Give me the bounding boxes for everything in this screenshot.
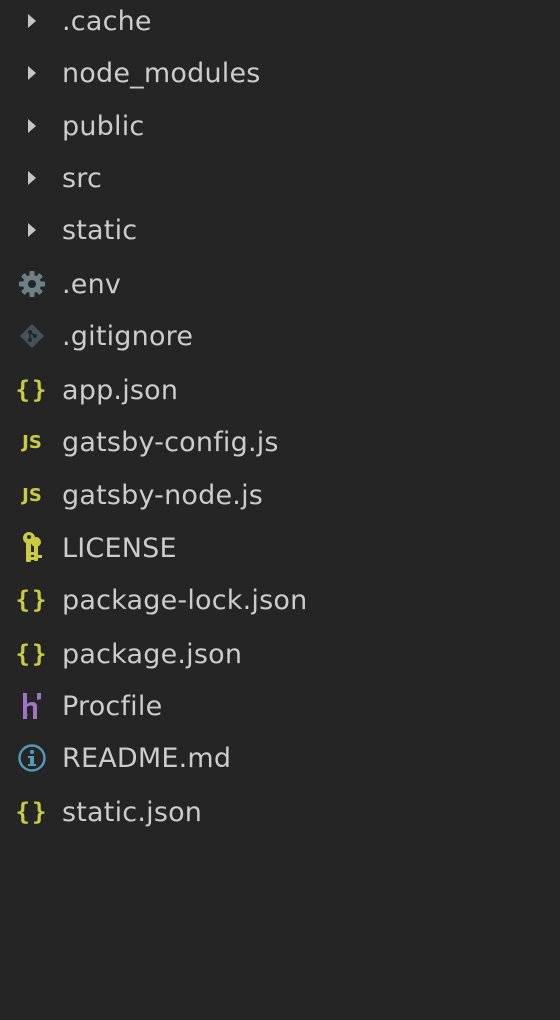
gear-icon xyxy=(14,266,50,302)
folder-label: public xyxy=(62,110,145,142)
json-icon: {} xyxy=(14,794,50,830)
file-row-package-json[interactable]: {} package.json xyxy=(0,628,560,680)
javascript-icon: JS xyxy=(14,424,50,460)
chevron-right-icon[interactable] xyxy=(14,3,50,39)
folder-label: node_modules xyxy=(62,57,261,89)
file-label: app.json xyxy=(62,374,179,406)
json-icon: {} xyxy=(14,372,50,408)
file-row-gatsby-config[interactable]: JS gatsby-config.js xyxy=(0,416,560,468)
heroku-icon xyxy=(14,688,50,724)
chevron-right-icon[interactable] xyxy=(14,108,50,144)
file-label: gatsby-config.js xyxy=(62,426,279,458)
file-label: static.json xyxy=(62,796,203,828)
json-glyph: {} xyxy=(15,640,49,668)
file-row-package-lock-json[interactable]: {} package-lock.json xyxy=(0,574,560,626)
folder-row-public[interactable]: public xyxy=(0,100,560,152)
folder-label: src xyxy=(62,162,103,194)
json-icon: {} xyxy=(14,636,50,672)
file-row-readme[interactable]: README.md xyxy=(0,732,560,784)
json-icon: {} xyxy=(14,582,50,618)
info-icon xyxy=(14,740,50,776)
file-explorer: .cache node_modules public src static .e… xyxy=(0,0,560,1020)
folder-row-cache[interactable]: .cache xyxy=(0,0,560,47)
js-glyph: JS xyxy=(22,431,42,453)
folder-label: static xyxy=(62,214,138,246)
file-label: .env xyxy=(62,268,122,300)
file-label: README.md xyxy=(62,742,232,774)
file-label: package.json xyxy=(62,638,243,670)
license-key-icon xyxy=(14,530,50,566)
folder-row-static[interactable]: static xyxy=(0,204,560,256)
chevron-right-icon[interactable] xyxy=(14,160,50,196)
file-row-gitignore[interactable]: .gitignore xyxy=(0,310,560,362)
file-row-static-json[interactable]: {} static.json xyxy=(0,786,560,838)
file-label: package-lock.json xyxy=(62,584,308,616)
file-label: LICENSE xyxy=(62,532,177,564)
javascript-icon: JS xyxy=(14,477,50,513)
json-glyph: {} xyxy=(15,798,49,826)
file-label: Procfile xyxy=(62,690,163,722)
chevron-right-icon[interactable] xyxy=(14,55,50,91)
chevron-right-icon[interactable] xyxy=(14,212,50,248)
file-label: .gitignore xyxy=(62,320,194,352)
json-glyph: {} xyxy=(15,586,49,614)
file-row-procfile[interactable]: Procfile xyxy=(0,680,560,732)
json-glyph: {} xyxy=(15,376,49,404)
folder-label: .cache xyxy=(62,5,152,37)
js-glyph: JS xyxy=(22,484,42,506)
file-label: gatsby-node.js xyxy=(62,479,264,511)
folder-row-src[interactable]: src xyxy=(0,152,560,204)
folder-row-node-modules[interactable]: node_modules xyxy=(0,47,560,99)
git-icon xyxy=(14,318,50,354)
file-row-license[interactable]: LICENSE xyxy=(0,522,560,574)
file-row-app-json[interactable]: {} app.json xyxy=(0,364,560,416)
file-row-env[interactable]: .env xyxy=(0,258,560,310)
file-row-gatsby-node[interactable]: JS gatsby-node.js xyxy=(0,469,560,521)
